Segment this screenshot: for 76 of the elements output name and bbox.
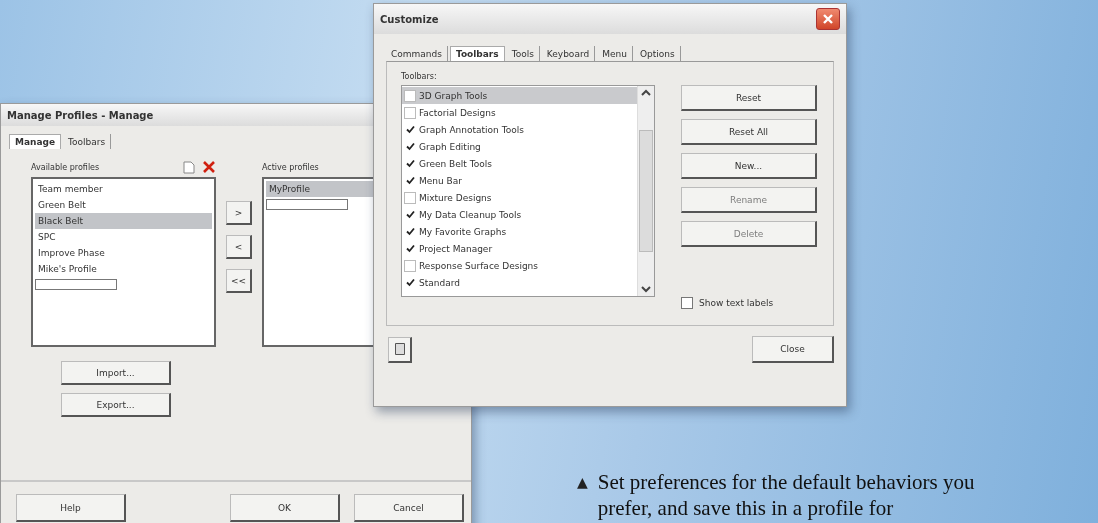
toolbar-name: My Favorite Graphs	[419, 226, 507, 237]
caption-text: Set preferences for the default behaviors you prefer, and save this in a profile for	[597, 469, 976, 521]
list-label: Toolbars:	[401, 72, 438, 81]
tab[interactable]: Toolbars	[449, 46, 505, 61]
toolbar-item[interactable]: 3D Graph Tools	[402, 87, 637, 104]
move-button[interactable]: <<	[226, 269, 252, 293]
toolbar-name: Menu Bar	[419, 175, 462, 186]
dialog-button[interactable]: Reset All	[681, 119, 817, 145]
document-icon	[393, 342, 406, 356]
checkbox[interactable]	[404, 242, 416, 255]
toolbar-item[interactable]: Mixture Designs	[402, 189, 637, 206]
scrollbar-thumb[interactable]	[639, 130, 653, 252]
checkbox[interactable]	[404, 89, 416, 102]
dialog-button[interactable]: Import...	[61, 361, 171, 385]
triangle-bullet: ▲	[577, 473, 588, 492]
toolbar-name: Project Manager	[419, 243, 493, 254]
list-item[interactable]: Black Belt	[35, 213, 212, 229]
dialog-button[interactable]: Export...	[61, 393, 171, 417]
toolbar-item[interactable]: Green Belt Tools	[402, 155, 637, 172]
scrollbar[interactable]	[637, 86, 654, 296]
checkbox[interactable]	[404, 276, 416, 289]
toolbar-item[interactable]: Graph Annotation Tools	[402, 121, 637, 138]
toolbar-name: Green Belt Tools	[419, 158, 492, 169]
rename-field[interactable]	[35, 279, 117, 290]
checkbox[interactable]	[404, 208, 416, 221]
delete-icon[interactable]	[202, 160, 216, 174]
list-item[interactable]: Green Belt	[35, 197, 212, 213]
list-label: Active profiles	[262, 162, 319, 172]
list-item[interactable]: Mike's Profile	[35, 261, 212, 277]
checkbox[interactable]	[681, 297, 693, 309]
toolbar-item[interactable]: Menu Bar	[402, 172, 637, 189]
close-button[interactable]: Close	[752, 336, 834, 363]
close-button[interactable]	[816, 8, 840, 30]
toolbar-item[interactable]: Standard	[402, 274, 637, 291]
toolbar-name: 3D Graph Tools	[419, 90, 488, 101]
checkbox[interactable]	[404, 174, 416, 187]
list-item[interactable]: Team member	[35, 181, 212, 197]
checkbox[interactable]	[404, 123, 416, 136]
toolbar-item[interactable]: Graph Editing	[402, 138, 637, 155]
rename-field[interactable]	[266, 199, 348, 210]
check-icon	[405, 278, 415, 287]
toolbar-name: Response Surface Designs	[419, 260, 538, 271]
checkbox[interactable]	[404, 140, 416, 153]
dialog-button[interactable]: Help	[16, 494, 126, 522]
toolbar-name: Standard	[419, 277, 460, 288]
dialog-button[interactable]: New...	[681, 153, 817, 179]
toolbar-name: Mixture Designs	[419, 192, 492, 203]
checkbox[interactable]	[404, 259, 416, 272]
toolbar-name: Graph Annotation Tools	[419, 124, 524, 135]
list-label: Available profiles	[31, 162, 100, 172]
toolbar-item[interactable]: My Data Cleanup Tools	[402, 206, 637, 223]
toolbar-name: Factorial Designs	[419, 107, 496, 118]
checkbox-label: Show text labels	[699, 298, 774, 308]
move-button[interactable]: >	[226, 201, 252, 225]
dialog-button[interactable]: Reset	[681, 85, 817, 111]
toolbar-item[interactable]: Response Surface Designs	[402, 257, 637, 274]
toolbar-item[interactable]: My Favorite Graphs	[402, 223, 637, 240]
checkbox[interactable]	[404, 157, 416, 170]
help-button[interactable]	[388, 336, 412, 363]
toolbar-name: My Data Cleanup Tools	[419, 209, 522, 220]
dialog-button[interactable]: OK	[230, 494, 340, 522]
tab[interactable]: Manage	[9, 134, 62, 149]
move-button[interactable]: <	[226, 235, 252, 259]
toolbar-name: Graph Editing	[419, 141, 481, 152]
toolbar-item[interactable]: Factorial Designs	[402, 104, 637, 121]
window-title: Manage Profiles - Manage	[7, 109, 154, 121]
checkbox[interactable]	[404, 225, 416, 238]
checkbox[interactable]	[404, 191, 416, 204]
close-icon	[822, 13, 834, 25]
window-title: Customize	[380, 13, 439, 25]
list-item[interactable]: SPC	[35, 229, 212, 245]
list-item[interactable]: Improve Phase	[35, 245, 212, 261]
dialog-button[interactable]: Cancel	[354, 494, 464, 522]
tab[interactable]: Toolbars	[63, 134, 112, 149]
checkbox[interactable]	[404, 106, 416, 119]
toolbar-item[interactable]: Project Manager	[402, 240, 637, 257]
